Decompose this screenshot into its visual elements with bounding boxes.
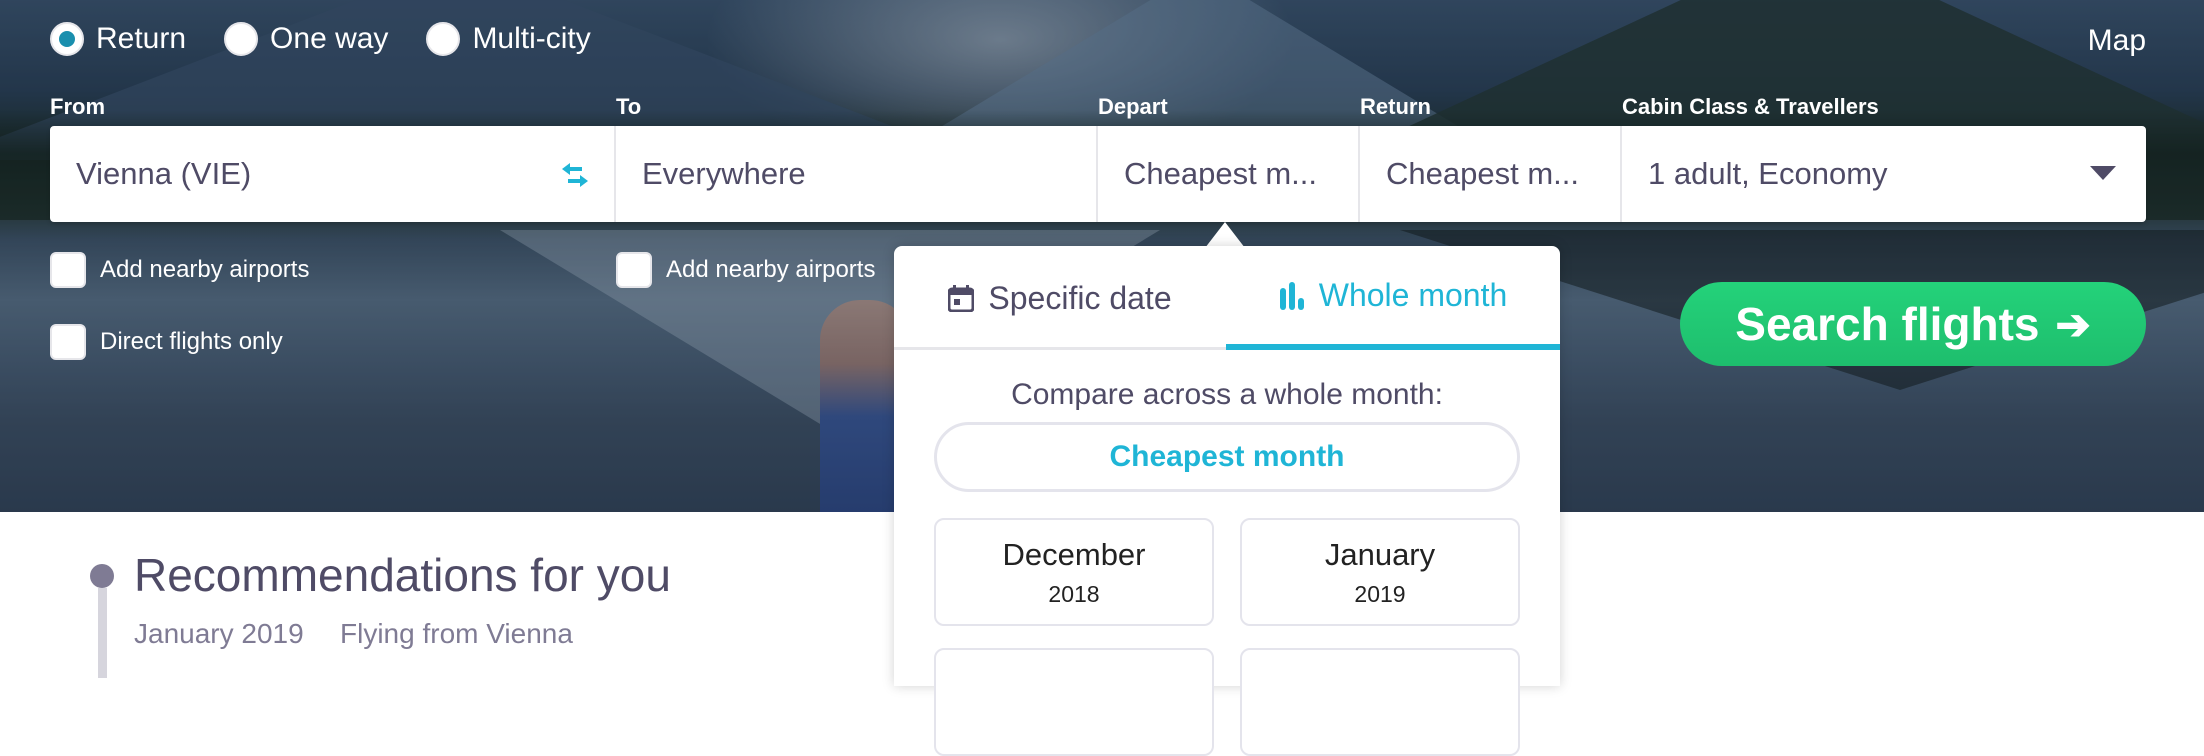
trip-type-one-way[interactable]: One way [224, 22, 388, 56]
return-input[interactable]: Cheapest m... [1360, 126, 1622, 222]
radio-label: Multi-city [472, 22, 591, 55]
caret-down-icon[interactable] [2090, 166, 2116, 180]
radio-checked-icon[interactable] [50, 22, 84, 56]
checkbox-label: Add nearby airports [100, 256, 310, 283]
tab-specific-date[interactable]: Specific date [894, 246, 1226, 350]
checkbox-icon[interactable] [616, 252, 652, 288]
popover-pointer [1205, 222, 1245, 248]
cabin-value: 1 adult, Economy [1648, 156, 1888, 191]
date-mode-tabs: Specific date Whole month [894, 246, 1560, 350]
arrow-right-icon: ➔ [2055, 300, 2091, 348]
calendar-icon [948, 285, 975, 312]
month-name: January [1324, 536, 1436, 572]
month-year: 2019 [1354, 580, 1406, 607]
cabin-travellers-select[interactable]: 1 adult, Economy [1622, 126, 2146, 222]
cheapest-month-button[interactable]: Cheapest month [934, 422, 1520, 492]
month-year: 2018 [1048, 580, 1100, 607]
radio-unchecked-icon[interactable] [426, 22, 461, 56]
tab-whole-month[interactable]: Whole month [1226, 246, 1560, 350]
month-option[interactable] [934, 648, 1214, 756]
search-flights-button[interactable]: Search flights ➔ [1680, 282, 2146, 366]
month-option[interactable] [1240, 648, 1520, 756]
cabin-label: Cabin Class & Travellers [1622, 94, 1879, 119]
tab-label: Specific date [988, 279, 1172, 316]
checkbox-icon[interactable] [50, 324, 86, 360]
to-value: Everywhere [642, 156, 806, 191]
to-nearby-airports-checkbox[interactable]: Add nearby airports [616, 252, 875, 288]
date-picker-popover: Specific date Whole month Compare across… [894, 246, 1560, 756]
month-option[interactable]: December 2018 [934, 518, 1214, 626]
recommendations-title: Recommendations for you [134, 549, 671, 601]
trip-type-multi-city[interactable]: Multi-city [426, 22, 591, 56]
checkbox-icon[interactable] [50, 252, 86, 288]
map-link[interactable]: Map [2088, 24, 2146, 58]
checkbox-label: Direct flights only [100, 328, 283, 355]
checkbox-label: Add nearby airports [666, 256, 876, 283]
trip-type-return[interactable]: Return [50, 22, 186, 56]
from-label: From [50, 94, 105, 119]
depart-value: Cheapest m... [1124, 156, 1317, 191]
bar-chart-icon [1279, 282, 1304, 310]
timeline-dot [90, 564, 114, 588]
trip-type-group: Return One way Multi-city [50, 22, 629, 56]
to-input[interactable]: Everywhere [616, 126, 1098, 222]
to-label: To [616, 94, 642, 119]
search-button-label: Search flights [1735, 298, 2040, 350]
search-bar: Vienna (VIE) Everywhere Cheapest m... Ch… [50, 126, 2146, 222]
radio-label: Return [96, 22, 187, 55]
from-nearby-airports-checkbox[interactable]: Add nearby airports [50, 252, 309, 288]
from-input[interactable]: Vienna (VIE) [50, 126, 616, 222]
from-value: Vienna (VIE) [76, 156, 252, 191]
return-value: Cheapest m... [1386, 156, 1579, 191]
return-label: Return [1360, 94, 1431, 119]
compare-text: Compare across a whole month: [1011, 378, 1443, 411]
tab-label: Whole month [1318, 276, 1508, 313]
radio-label: One way [270, 22, 389, 55]
month-option[interactable]: January 2019 [1240, 518, 1520, 626]
swap-icon[interactable] [560, 160, 590, 190]
radio-unchecked-icon[interactable] [224, 22, 259, 56]
month-name: December [1002, 536, 1146, 572]
recommendations-origin: Flying from Vienna [340, 618, 573, 649]
depart-label: Depart [1098, 94, 1168, 119]
timeline-line [98, 588, 107, 678]
direct-flights-checkbox[interactable]: Direct flights only [50, 324, 283, 360]
depart-input[interactable]: Cheapest m... [1098, 126, 1360, 222]
recommendations-month: January 2019 [134, 618, 304, 649]
